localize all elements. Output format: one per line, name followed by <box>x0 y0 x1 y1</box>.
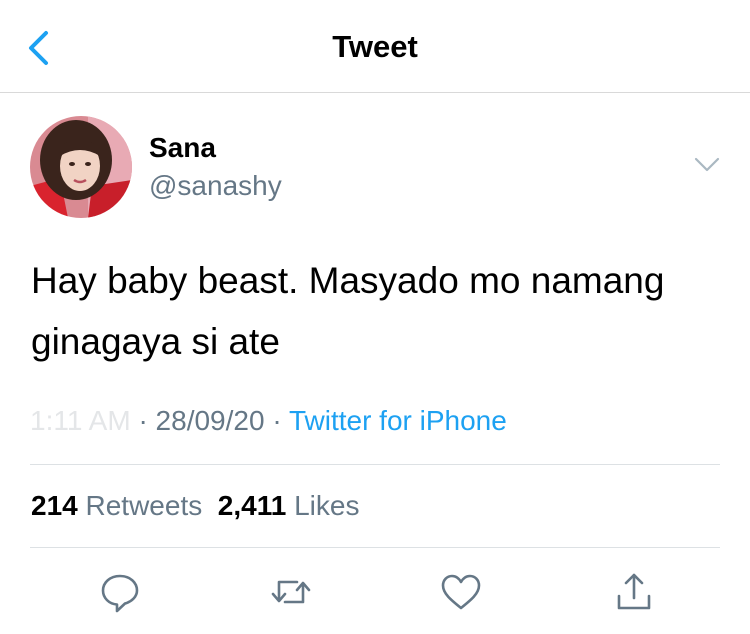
tweet-text: Hay baby beast. Masyado mo namang ginaga… <box>31 260 665 362</box>
retweets-label: Retweets <box>85 490 203 521</box>
tweet-stats: 214 Retweets 2,411 Likes <box>31 490 359 522</box>
like-icon[interactable] <box>439 570 483 614</box>
retweet-icon[interactable] <box>269 570 313 614</box>
likes-label: Likes <box>294 490 360 521</box>
divider <box>30 464 720 465</box>
page-title: Tweet <box>332 29 418 64</box>
share-icon[interactable] <box>612 570 656 614</box>
avatar[interactable] <box>30 116 132 218</box>
divider <box>30 547 720 548</box>
chevron-down-icon[interactable] <box>694 156 720 174</box>
meta-separator: · <box>138 405 148 436</box>
navigation-bar: Tweet <box>0 0 750 93</box>
retweets-count: 214 <box>31 490 78 521</box>
likes-count: 2,411 <box>217 490 287 521</box>
likes-stat[interactable]: 2,411 Likes <box>218 490 360 521</box>
reply-icon[interactable] <box>98 570 142 614</box>
tweet-date: 28/09/20 <box>155 405 265 436</box>
author-display-name[interactable]: Sana <box>149 132 216 164</box>
tweet-source-link[interactable]: Twitter for iPhone <box>289 405 507 436</box>
retweets-stat[interactable]: 214 Retweets <box>31 490 202 521</box>
author-handle[interactable]: @sanashy <box>149 170 282 202</box>
tweet-time: 1:11 AM <box>30 405 131 436</box>
tweet-metadata: 1:11 AM · 28/09/20 · Twitter for iPhone <box>30 405 507 437</box>
meta-separator: · <box>272 405 282 436</box>
